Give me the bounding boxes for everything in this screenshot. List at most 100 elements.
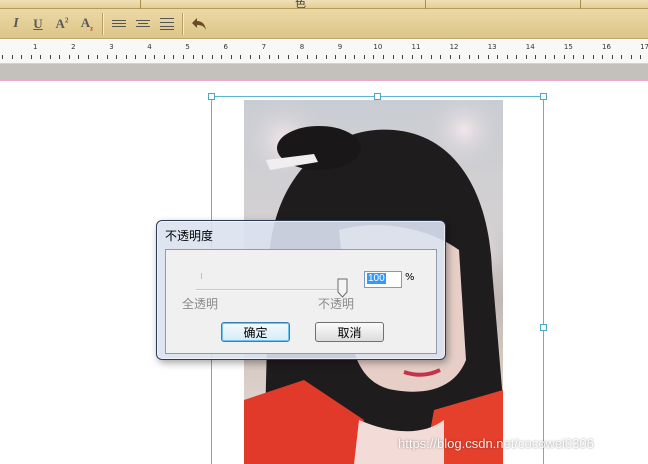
align-center-button[interactable] — [133, 14, 153, 34]
page-gap — [0, 64, 648, 80]
align-justify-icon — [160, 18, 174, 30]
ruler-tick — [431, 55, 432, 59]
align-center-icon — [136, 20, 150, 27]
resize-handle-top-left[interactable] — [208, 93, 215, 100]
ruler-tick — [269, 55, 270, 59]
ruler-number: 5 — [185, 43, 190, 51]
ruler-number: 1 — [33, 43, 38, 51]
ruler-tick — [316, 55, 317, 59]
ruler-tick — [183, 55, 184, 59]
ruler-tick — [364, 55, 365, 59]
align-left-icon — [112, 20, 126, 27]
ruler-tick — [621, 55, 622, 59]
ruler-number: 7 — [261, 43, 267, 51]
ruler-tick — [421, 55, 422, 59]
ruler-number: 15 — [563, 43, 573, 51]
ok-button[interactable]: 确定 — [221, 322, 290, 342]
ruler-number: 17 — [640, 43, 648, 51]
ruler-tick — [535, 55, 536, 59]
ruler-tick — [393, 55, 394, 59]
ruler-tick — [135, 55, 136, 59]
ruler-number: 13 — [487, 43, 497, 51]
cancel-button[interactable]: 取消 — [315, 322, 384, 342]
label-opaque: 不透明 — [318, 297, 355, 311]
ruler-tick — [345, 55, 346, 59]
ruler-tick — [478, 55, 479, 59]
ruler-tick — [459, 55, 460, 59]
ruler-tick — [307, 55, 308, 59]
align-justify-button[interactable] — [157, 14, 177, 34]
ruler-tick — [240, 55, 241, 59]
resize-handle-top[interactable] — [374, 93, 381, 100]
ruler-tick — [573, 55, 574, 59]
ruler-number: 10 — [373, 43, 383, 51]
label-fully-transparent: 全透明 — [182, 297, 219, 311]
ruler-tick — [507, 55, 508, 59]
ruler-tick — [193, 55, 194, 59]
ruler-number: 12 — [449, 43, 459, 51]
ruler-tick — [88, 55, 89, 59]
underline-icon: U — [33, 16, 43, 31]
align-left-button[interactable] — [109, 14, 129, 34]
italic-icon: I — [13, 16, 19, 31]
ruler-number: 2 — [71, 43, 76, 51]
page-margin-line — [0, 80, 648, 81]
opacity-value-text: 100 — [367, 273, 386, 284]
ruler-tick — [50, 55, 51, 59]
ruler-tick — [21, 55, 22, 59]
ruler-tick — [231, 55, 232, 59]
ruler-tick — [278, 55, 279, 59]
ruler-number: 16 — [602, 43, 611, 51]
dialog-title: 不透明度 — [165, 229, 214, 243]
ruler-tick — [354, 55, 355, 59]
superscript-button[interactable]: A2 — [52, 14, 72, 34]
undo-icon — [192, 18, 206, 30]
ruler-tick — [164, 55, 165, 59]
ruler-tick — [173, 55, 174, 59]
ruler-number: 14 — [525, 43, 535, 51]
opacity-slider-track[interactable] — [196, 289, 344, 291]
subscript-button[interactable]: Az — [77, 14, 97, 34]
ruler-tick — [554, 55, 555, 59]
ruler-number: 4 — [147, 43, 152, 51]
ruler-tick — [78, 55, 79, 59]
ruler-tick — [373, 55, 374, 59]
ruler-tick — [564, 55, 565, 59]
ruler-tick — [2, 55, 3, 59]
ruler-number: 9 — [337, 43, 343, 51]
resize-handle-right[interactable] — [540, 324, 547, 331]
ruler-tick — [488, 55, 489, 59]
opacity-value-input[interactable]: 100 — [364, 271, 402, 288]
ruler-tick — [107, 55, 108, 59]
dialog-body: 100 % 全透明 不透明 确定 取消 — [165, 249, 437, 354]
menu-separator — [425, 0, 426, 9]
resize-handle-top-right[interactable] — [540, 93, 547, 100]
ruler-tick — [526, 55, 527, 59]
underline-button[interactable]: U — [28, 14, 48, 34]
ruler-tick — [288, 55, 289, 59]
menu-separator — [580, 0, 581, 9]
ruler-number: 3 — [109, 43, 114, 51]
subscript-icon: Az — [80, 15, 94, 33]
ruler-tick — [31, 55, 32, 59]
ruler-tick — [335, 55, 336, 59]
ruler-tick — [116, 55, 117, 59]
ruler-tick — [450, 55, 451, 59]
watermark: https://blog.csdn.net/cocowei0306 — [398, 436, 594, 451]
ruler-tick — [469, 55, 470, 59]
ruler-tick — [250, 55, 251, 59]
ruler-tick — [593, 55, 594, 59]
superscript-icon: A2 — [55, 16, 69, 31]
ruler-tick — [126, 55, 127, 59]
ruler-tick — [221, 55, 222, 59]
menu-bar: 色 — [0, 0, 648, 10]
undo-button[interactable] — [189, 14, 209, 34]
formatting-toolbar: I U A2 Az — [0, 9, 648, 39]
horizontal-ruler[interactable]: 1 2 3 4 5 6 7 8 9 10 11 12 13 14 15 16 17 — [0, 40, 648, 64]
ruler-number: 6 — [223, 43, 228, 51]
ruler-tick — [154, 55, 155, 59]
italic-button[interactable]: I — [6, 14, 26, 34]
ruler-tick — [640, 55, 641, 59]
percent-sign: % — [405, 272, 415, 283]
ruler-tick — [602, 55, 603, 59]
